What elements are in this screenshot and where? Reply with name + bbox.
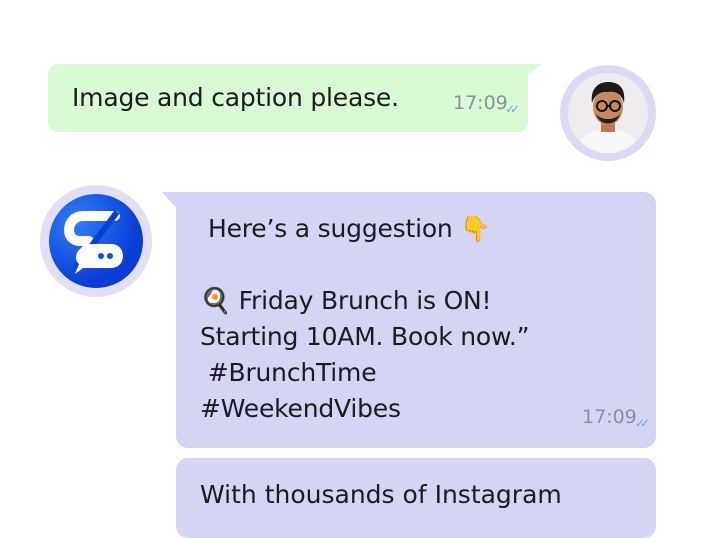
message-line: 🍳 Friday Brunch is ON! xyxy=(200,286,492,315)
double-check-icon: ✓✓ xyxy=(505,102,520,116)
incoming-message-time: 17:09 xyxy=(582,406,637,428)
person-icon xyxy=(568,73,648,153)
outgoing-message-time: 17:09 xyxy=(453,92,508,114)
outgoing-message-text: Image and caption please. xyxy=(72,83,399,112)
message-line: Here’s a suggestion 👇 xyxy=(208,214,492,243)
user-avatar xyxy=(560,65,656,161)
message-line: #BrunchTime xyxy=(200,358,377,387)
user-avatar-photo xyxy=(568,73,648,153)
chat-brand-logo-icon xyxy=(49,194,143,288)
outgoing-message-bubble: Image and caption please. 17:09 ✓✓ xyxy=(48,64,528,132)
bot-avatar xyxy=(40,185,152,297)
double-check-icon: ✓✓ xyxy=(635,416,650,430)
incoming-message-bubble: Here’s a suggestion 👇 🍳 Friday Brunch is… xyxy=(176,192,656,448)
message-line: Starting 10AM. Book now.” xyxy=(200,322,530,351)
incoming-message-bubble-2: With thousands of Instagram xyxy=(176,458,656,538)
message-line: With thousands of Instagram xyxy=(200,480,562,509)
message-line: #WeekendVibes xyxy=(200,394,401,423)
outgoing-bubble-tail xyxy=(526,64,542,76)
